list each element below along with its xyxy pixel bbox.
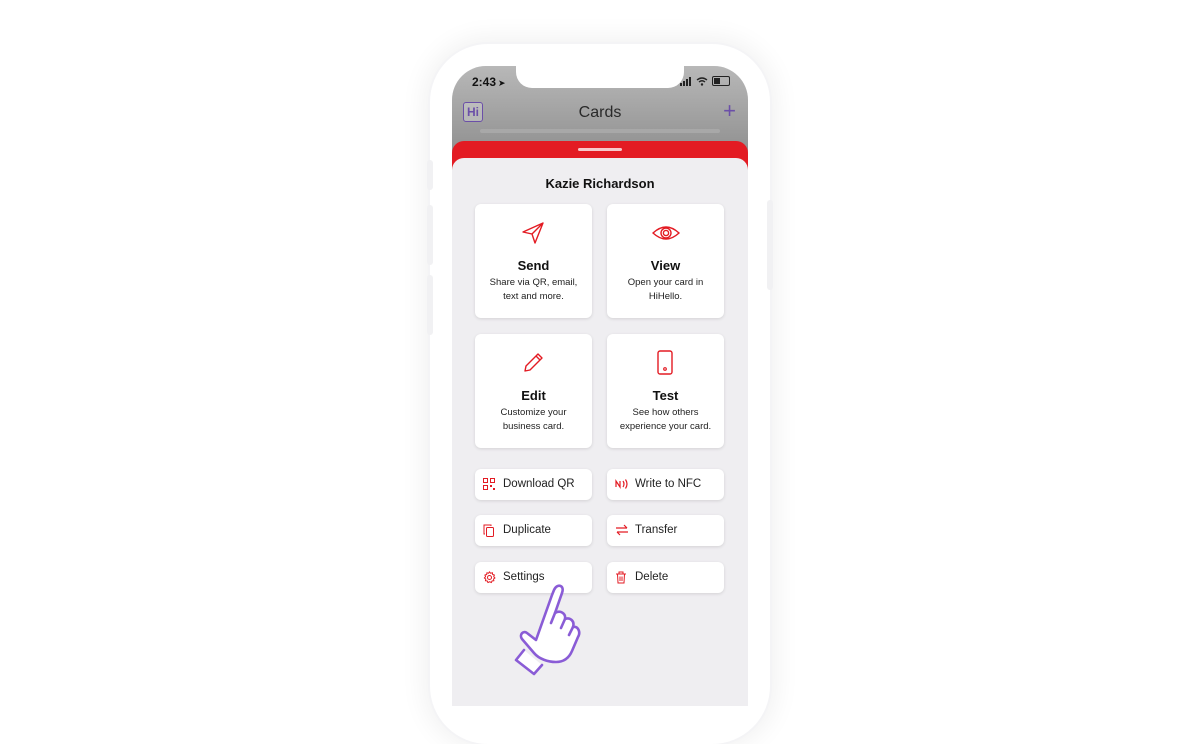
add-card-button[interactable]: + [723,98,736,124]
eye-icon [652,226,680,240]
page-title: Cards [578,104,622,121]
edit-tile[interactable]: Edit Customize your business card. [475,334,592,448]
phone-volume-down [427,275,433,335]
write-to-nfc-button[interactable]: Write to NFC [607,469,724,500]
sheet-grabber[interactable] [578,148,622,151]
phone-side-button [427,160,433,190]
phone-power-button [767,200,773,290]
status-time: 2:43 ➤ [472,75,506,89]
send-tile[interactable]: Send Share via QR, email, text and more. [475,204,592,318]
copy-icon [483,524,494,537]
nfc-icon [615,479,628,489]
trash-icon [616,571,626,584]
download-qr-button[interactable]: Download QR [475,469,592,500]
battery-icon [712,76,730,86]
card-preview-edge [480,129,720,133]
test-tile[interactable]: Test See how others experience your card… [607,334,724,448]
phone-screen: 2:43 ➤ Hi Cards + Kazie Richardson Send S… [452,66,748,706]
phone-icon [657,350,673,375]
qr-code-icon [483,478,495,490]
delete-button[interactable]: Delete [607,562,724,593]
transfer-button[interactable]: Transfer [607,515,724,546]
duplicate-button[interactable]: Duplicate [475,515,592,546]
wifi-icon [696,76,708,86]
signal-icon [680,76,691,86]
send-icon [522,222,544,244]
transfer-icon [616,524,628,536]
pencil-icon [524,353,543,372]
view-tile[interactable]: View Open your card in HiHello. [607,204,724,318]
status-icons [680,76,730,86]
location-arrow-icon: ➤ [498,78,506,88]
card-owner-name: Kazie Richardson [545,176,655,191]
gear-icon [483,571,496,584]
phone-notch [516,66,684,88]
phone-volume-up [427,205,433,265]
pointer-hand-icon [514,584,581,676]
